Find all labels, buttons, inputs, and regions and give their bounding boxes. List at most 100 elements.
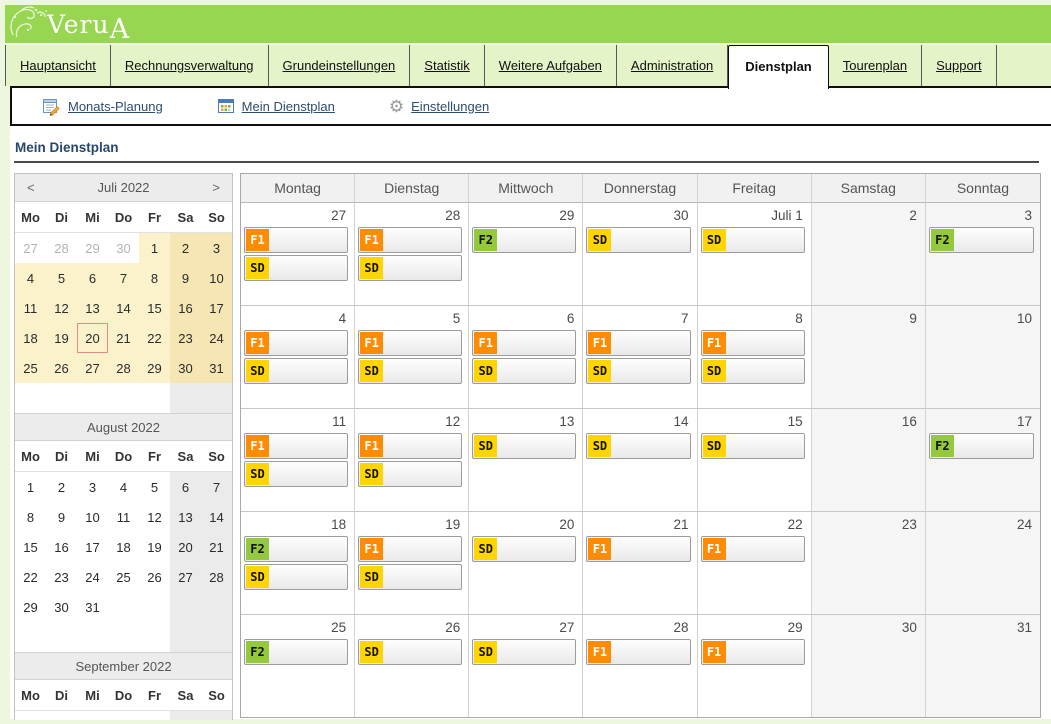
shift-entry-sd[interactable]: SD xyxy=(701,433,805,459)
mini-day-cell[interactable]: 6 xyxy=(77,263,108,293)
tab-support[interactable]: Support xyxy=(922,45,997,86)
mini-day-cell[interactable]: 24 xyxy=(201,323,232,353)
shift-entry-sd[interactable]: SD xyxy=(472,358,576,384)
shift-entry-sd[interactable]: SD xyxy=(358,564,462,590)
mini-day-cell[interactable]: 28 xyxy=(46,233,77,263)
mini-day-cell[interactable]: 4 xyxy=(15,263,46,293)
shift-entry-f1[interactable]: F1 xyxy=(244,433,348,459)
shift-entry-f1[interactable]: F1 xyxy=(586,330,690,356)
shift-entry-sd[interactable]: SD xyxy=(586,358,690,384)
tab-weitere-aufgaben[interactable]: Weitere Aufgaben xyxy=(485,45,617,86)
mini-day-cell[interactable]: 29 xyxy=(77,233,108,263)
shift-entry-sd[interactable]: SD xyxy=(358,639,462,665)
shift-entry-sd[interactable]: SD xyxy=(358,461,462,487)
mini-day-cell[interactable]: 25 xyxy=(15,353,46,383)
toolbar-item-monats-planung[interactable]: Monats-Planung xyxy=(42,97,163,116)
mini-day-cell[interactable]: 21 xyxy=(108,323,139,353)
mini-day-cell[interactable]: 17 xyxy=(201,293,232,323)
mini-day-cell[interactable]: 8 xyxy=(15,502,46,532)
mini-day-cell[interactable]: 28 xyxy=(108,353,139,383)
mini-day-cell[interactable]: 23 xyxy=(170,323,201,353)
mini-day-cell[interactable]: 22 xyxy=(15,562,46,592)
mini-nav-next-icon[interactable]: > xyxy=(208,180,224,195)
shift-entry-f2[interactable]: F2 xyxy=(472,227,576,253)
shift-entry-sd[interactable]: SD xyxy=(472,536,576,562)
mini-day-cell[interactable]: 27 xyxy=(15,233,46,263)
mini-day-cell[interactable]: 16 xyxy=(46,532,77,562)
shift-entry-sd[interactable]: SD xyxy=(586,227,690,253)
shift-entry-f2[interactable]: F2 xyxy=(929,433,1034,459)
mini-day-cell[interactable]: 10 xyxy=(201,263,232,293)
mini-day-cell[interactable]: 29 xyxy=(139,353,170,383)
mini-day-cell[interactable]: 20 xyxy=(77,323,108,353)
mini-day-cell[interactable]: 12 xyxy=(46,293,77,323)
mini-day-cell[interactable]: 13 xyxy=(170,502,201,532)
shift-entry-sd[interactable]: SD xyxy=(586,433,690,459)
shift-entry-f1[interactable]: F1 xyxy=(358,227,462,253)
mini-day-cell[interactable]: 11 xyxy=(15,293,46,323)
mini-day-cell[interactable]: 27 xyxy=(170,562,201,592)
shift-entry-sd[interactable]: SD xyxy=(358,255,462,281)
mini-day-cell[interactable]: 30 xyxy=(170,353,201,383)
mini-day-cell[interactable]: 26 xyxy=(139,562,170,592)
mini-day-cell[interactable]: 26 xyxy=(46,353,77,383)
tab-hauptansicht[interactable]: Hauptansicht xyxy=(5,45,111,86)
shift-entry-f1[interactable]: F1 xyxy=(244,330,348,356)
tab-statistik[interactable]: Statistik xyxy=(410,45,485,86)
mini-day-cell[interactable]: 6 xyxy=(170,472,201,502)
shift-entry-f1[interactable]: F1 xyxy=(586,536,690,562)
mini-day-cell[interactable]: 2 xyxy=(170,233,201,263)
mini-day-cell[interactable]: 19 xyxy=(46,323,77,353)
mini-day-cell[interactable]: 1 xyxy=(139,233,170,263)
mini-day-cell[interactable]: 9 xyxy=(46,502,77,532)
mini-day-cell[interactable]: 9 xyxy=(170,263,201,293)
shift-entry-sd[interactable]: SD xyxy=(244,461,348,487)
tab-rechnungsverwaltung[interactable]: Rechnungsverwaltung xyxy=(111,45,269,86)
shift-entry-f1[interactable]: F1 xyxy=(358,330,462,356)
mini-day-cell[interactable]: 28 xyxy=(201,562,232,592)
toolbar-item-mein-dienstplan[interactable]: Mein Dienstplan xyxy=(217,97,335,115)
mini-day-cell[interactable]: 30 xyxy=(46,592,77,622)
mini-day-cell[interactable]: 25 xyxy=(108,562,139,592)
shift-entry-sd[interactable]: SD xyxy=(472,639,576,665)
shift-entry-f1[interactable]: F1 xyxy=(358,536,462,562)
tab-dienstplan[interactable]: Dienstplan xyxy=(728,45,828,89)
mini-day-cell[interactable]: 22 xyxy=(139,323,170,353)
mini-day-cell[interactable]: 11 xyxy=(108,502,139,532)
mini-day-cell[interactable]: 15 xyxy=(15,532,46,562)
tab-administration[interactable]: Administration xyxy=(617,45,728,86)
mini-day-cell[interactable]: 13 xyxy=(77,293,108,323)
mini-day-cell[interactable]: 24 xyxy=(77,562,108,592)
mini-day-cell[interactable]: 7 xyxy=(201,472,232,502)
shift-entry-f1[interactable]: F1 xyxy=(701,536,805,562)
mini-day-cell[interactable]: 17 xyxy=(77,532,108,562)
shift-entry-f2[interactable]: F2 xyxy=(929,227,1034,253)
mini-day-cell[interactable]: 1 xyxy=(15,472,46,502)
shift-entry-f1[interactable]: F1 xyxy=(586,639,690,665)
shift-entry-sd[interactable]: SD xyxy=(244,564,348,590)
mini-day-cell[interactable]: 12 xyxy=(139,502,170,532)
shift-entry-sd[interactable]: SD xyxy=(244,255,348,281)
mini-day-cell[interactable]: 10 xyxy=(77,502,108,532)
shift-entry-f2[interactable]: F2 xyxy=(244,536,348,562)
mini-day-cell[interactable]: 23 xyxy=(46,562,77,592)
mini-day-cell[interactable]: 3 xyxy=(77,472,108,502)
mini-day-cell[interactable]: 31 xyxy=(201,353,232,383)
mini-day-cell[interactable]: 18 xyxy=(15,323,46,353)
mini-day-cell[interactable]: 5 xyxy=(46,263,77,293)
mini-day-cell[interactable]: 27 xyxy=(77,353,108,383)
mini-day-cell[interactable]: 15 xyxy=(139,293,170,323)
mini-day-cell[interactable]: 8 xyxy=(139,263,170,293)
mini-day-cell[interactable]: 19 xyxy=(139,532,170,562)
shift-entry-sd[interactable]: SD xyxy=(472,433,576,459)
shift-entry-sd[interactable]: SD xyxy=(701,358,805,384)
mini-day-cell[interactable]: 20 xyxy=(170,532,201,562)
mini-day-cell[interactable]: 29 xyxy=(15,592,46,622)
mini-day-cell[interactable]: 5 xyxy=(139,472,170,502)
shift-entry-sd[interactable]: SD xyxy=(244,358,348,384)
mini-day-cell[interactable]: 31 xyxy=(77,592,108,622)
mini-day-cell[interactable]: 16 xyxy=(170,293,201,323)
mini-day-cell[interactable]: 3 xyxy=(201,233,232,263)
toolbar-item-einstellungen[interactable]: ⚙Einstellungen xyxy=(389,98,489,115)
shift-entry-sd[interactable]: SD xyxy=(701,227,805,253)
